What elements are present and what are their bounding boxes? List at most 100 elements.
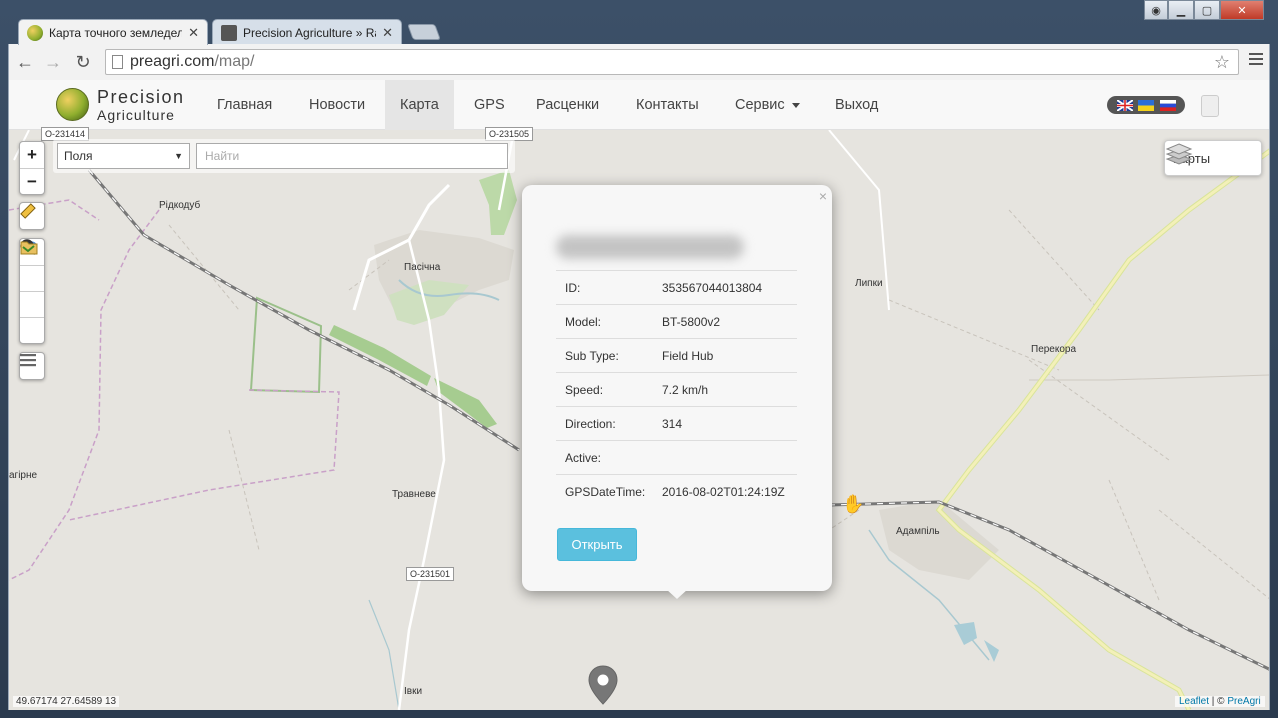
new-tab-button[interactable]	[407, 24, 441, 40]
place-label: Адампіль	[896, 526, 940, 537]
chrome-menu-icon[interactable]	[1249, 53, 1263, 68]
row-value: 7.2 km/h	[653, 372, 797, 407]
window-controls: ◉ ▁ ▢ ✕	[1144, 0, 1264, 20]
nav-logout[interactable]: Выход	[820, 80, 893, 130]
attribution-separator: | ©	[1209, 696, 1228, 707]
row-value: BT-5800v2	[653, 304, 797, 339]
row-key: Model:	[556, 304, 653, 339]
leaflet-link[interactable]: Leaflet	[1179, 696, 1209, 707]
forward-arrow-icon[interactable]: →	[41, 50, 65, 74]
map-marker-icon[interactable]	[588, 665, 618, 705]
zoom-in-button[interactable]: +	[20, 142, 44, 168]
caret-down-icon	[791, 102, 800, 108]
folder-icon[interactable]	[20, 241, 44, 343]
language-switcher	[1107, 96, 1185, 114]
tools-control	[19, 238, 45, 344]
search-icon[interactable]	[20, 240, 44, 291]
map-layers-button[interactable]: Карты	[1164, 140, 1262, 176]
address-host: preagri.com	[130, 53, 215, 70]
table-row: ID: 353567044013804	[556, 270, 797, 305]
map-search-input[interactable]: Найти	[196, 143, 508, 169]
logo-icon[interactable]	[56, 88, 89, 121]
close-icon[interactable]: ✕	[188, 25, 199, 41]
row-key: GPSDateTime:	[556, 474, 653, 509]
address-bar[interactable]: preagri.com/map/ ☆	[105, 49, 1239, 75]
bookmark-star-icon[interactable]: ☆	[1214, 52, 1230, 73]
map-canvas[interactable]: Рідкодуб Пасічна Липки Перекора агірне Т…	[9, 127, 1269, 710]
list-icon[interactable]	[20, 353, 44, 379]
user-icon[interactable]: ◉	[1144, 0, 1168, 20]
row-value: 314	[653, 406, 797, 441]
web-page: Precision Agriculture Главная Новости Ка…	[8, 80, 1270, 710]
tab-precision-agriculture[interactable]: Precision Agriculture » Ra ✕	[212, 19, 402, 45]
field-select[interactable]: Поля ▼	[57, 143, 190, 169]
nav-contacts[interactable]: Контакты	[621, 80, 714, 130]
preagri-link[interactable]: PreAgri	[1227, 696, 1260, 707]
popup-title-redacted	[556, 235, 744, 259]
popup-tip	[666, 589, 688, 599]
zoom-control: + −	[19, 141, 45, 195]
place-label: Липки	[855, 278, 883, 289]
minimize-icon[interactable]: ▁	[1168, 0, 1194, 20]
table-row: Speed: 7.2 km/h	[556, 372, 797, 407]
browser-window: Карта точного земледелия ✕ Precision Agr…	[0, 0, 1278, 718]
reload-icon[interactable]: ↻	[71, 50, 95, 74]
nav-map[interactable]: Карта	[385, 80, 454, 130]
nav-pricing[interactable]: Расценки	[521, 80, 614, 130]
cursor-coordinates: 49.67174 27.64589 13	[13, 696, 120, 707]
row-value	[653, 440, 797, 475]
close-window-icon[interactable]: ✕	[1220, 0, 1264, 20]
place-label: Перекора	[1031, 344, 1077, 355]
nav-gps[interactable]: GPS	[459, 80, 520, 130]
back-arrow-icon[interactable]: ←	[13, 50, 37, 74]
tab-title: Precision Agriculture » Ra	[243, 25, 377, 40]
row-key: ID:	[556, 270, 653, 305]
place-label: Пасічна	[404, 262, 441, 273]
row-value: 2016-08-02T01:24:19Z	[653, 474, 797, 509]
row-value: 353567044013804	[653, 270, 797, 305]
table-row: Active:	[556, 440, 797, 475]
open-button[interactable]: Открыть	[557, 528, 637, 561]
ua-flag-icon[interactable]	[1138, 99, 1154, 111]
table-row: Sub Type: Field Hub	[556, 338, 797, 373]
tab-map[interactable]: Карта точного земледелия ✕	[18, 19, 208, 45]
ru-flag-icon[interactable]	[1159, 99, 1176, 111]
place-label: Травневе	[392, 489, 436, 500]
nav-service[interactable]: Сервис	[720, 80, 815, 130]
map-attribution: Leaflet | © PreAgri	[1175, 696, 1265, 707]
table-row: GPSDateTime: 2016-08-02T01:24:19Z	[556, 474, 797, 509]
user-menu-button[interactable]	[1201, 95, 1219, 117]
tab-strip: Карта точного земледелия ✕ Precision Agr…	[0, 0, 1278, 45]
maximize-icon[interactable]: ▢	[1194, 0, 1220, 20]
table-row: Model: BT-5800v2	[556, 304, 797, 339]
row-key: Active:	[556, 440, 653, 475]
field-select-value: Поля	[64, 149, 93, 163]
nav-news[interactable]: Новости	[294, 80, 380, 130]
row-key: Direction:	[556, 406, 653, 441]
nav-home[interactable]: Главная	[202, 80, 287, 130]
dropdown-arrow-icon: ▼	[174, 151, 183, 161]
place-label: Івки	[404, 686, 423, 697]
tab-title: Карта точного земледелия	[49, 25, 183, 40]
place-label: агірне	[9, 470, 38, 481]
popup-close-icon[interactable]: ×	[819, 188, 827, 204]
logo-favicon-icon	[27, 24, 43, 41]
hand-cursor-icon: ✋	[842, 494, 865, 514]
page-icon	[112, 55, 123, 69]
road-label: О-231501	[406, 567, 455, 581]
logo-text-line2[interactable]: Agriculture	[97, 107, 175, 123]
table-row: Direction: 314	[556, 406, 797, 441]
ruler-icon[interactable]	[20, 203, 44, 229]
zoom-out-button[interactable]: −	[20, 168, 44, 194]
site-navbar: Precision Agriculture Главная Новости Ка…	[9, 80, 1269, 130]
close-icon[interactable]: ✕	[382, 25, 393, 41]
logo-text-line1[interactable]: Precision	[97, 87, 185, 108]
device-popup: × ID: 353567044013804 Model: BT-5800v2 Sub…	[522, 185, 832, 599]
browser-toolbar: ← → ↻ preagri.com/map/ ☆	[8, 44, 1270, 80]
layers-icon	[1165, 143, 1193, 165]
en-flag-icon[interactable]	[1116, 99, 1133, 111]
row-key: Speed:	[556, 372, 653, 407]
locate-icon[interactable]	[20, 239, 44, 317]
site-favicon-icon	[221, 24, 237, 41]
row-value: Field Hub	[653, 338, 797, 373]
